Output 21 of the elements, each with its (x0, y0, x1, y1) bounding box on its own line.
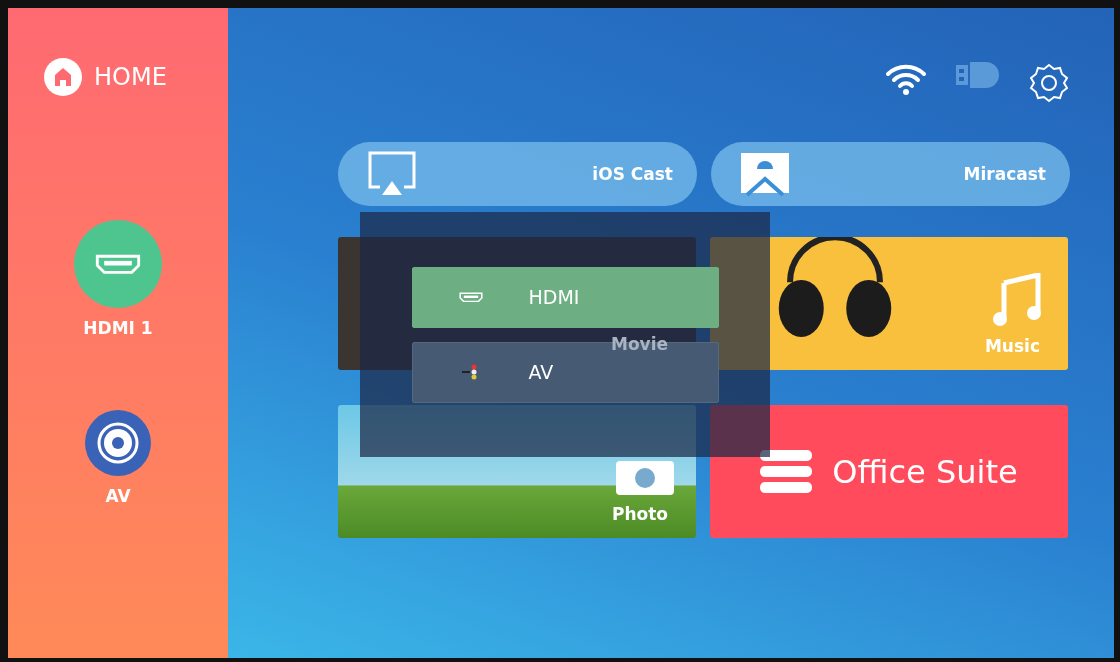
home-icon[interactable] (44, 58, 82, 96)
cast-button[interactable]: Miracast (711, 142, 1070, 206)
tile-label: Photo (611, 504, 668, 524)
android-cast-icon (739, 151, 791, 197)
usb-drive-icon (956, 62, 1000, 88)
home-label: HOME (94, 63, 167, 91)
input-label: AV (105, 486, 131, 506)
settings-icon[interactable] (1028, 62, 1070, 104)
wifi-icon (884, 62, 928, 96)
input-label: HDMI 1 (83, 318, 153, 338)
screen-cast-icon (366, 151, 418, 197)
music-note-icon (990, 273, 1042, 329)
tile-label: Music (984, 336, 1040, 356)
hdmi-port-icon (95, 253, 141, 275)
cast-button[interactable]: iOS Cast (338, 142, 697, 206)
source-option[interactable]: HDMI (411, 266, 719, 328)
tile-label: Office Suite (832, 452, 1018, 491)
list-icon (760, 449, 813, 494)
office-suite-tile[interactable]: Office Suite (710, 405, 1068, 538)
av-port-icon (96, 421, 140, 465)
hdmi-port-icon (458, 291, 483, 303)
